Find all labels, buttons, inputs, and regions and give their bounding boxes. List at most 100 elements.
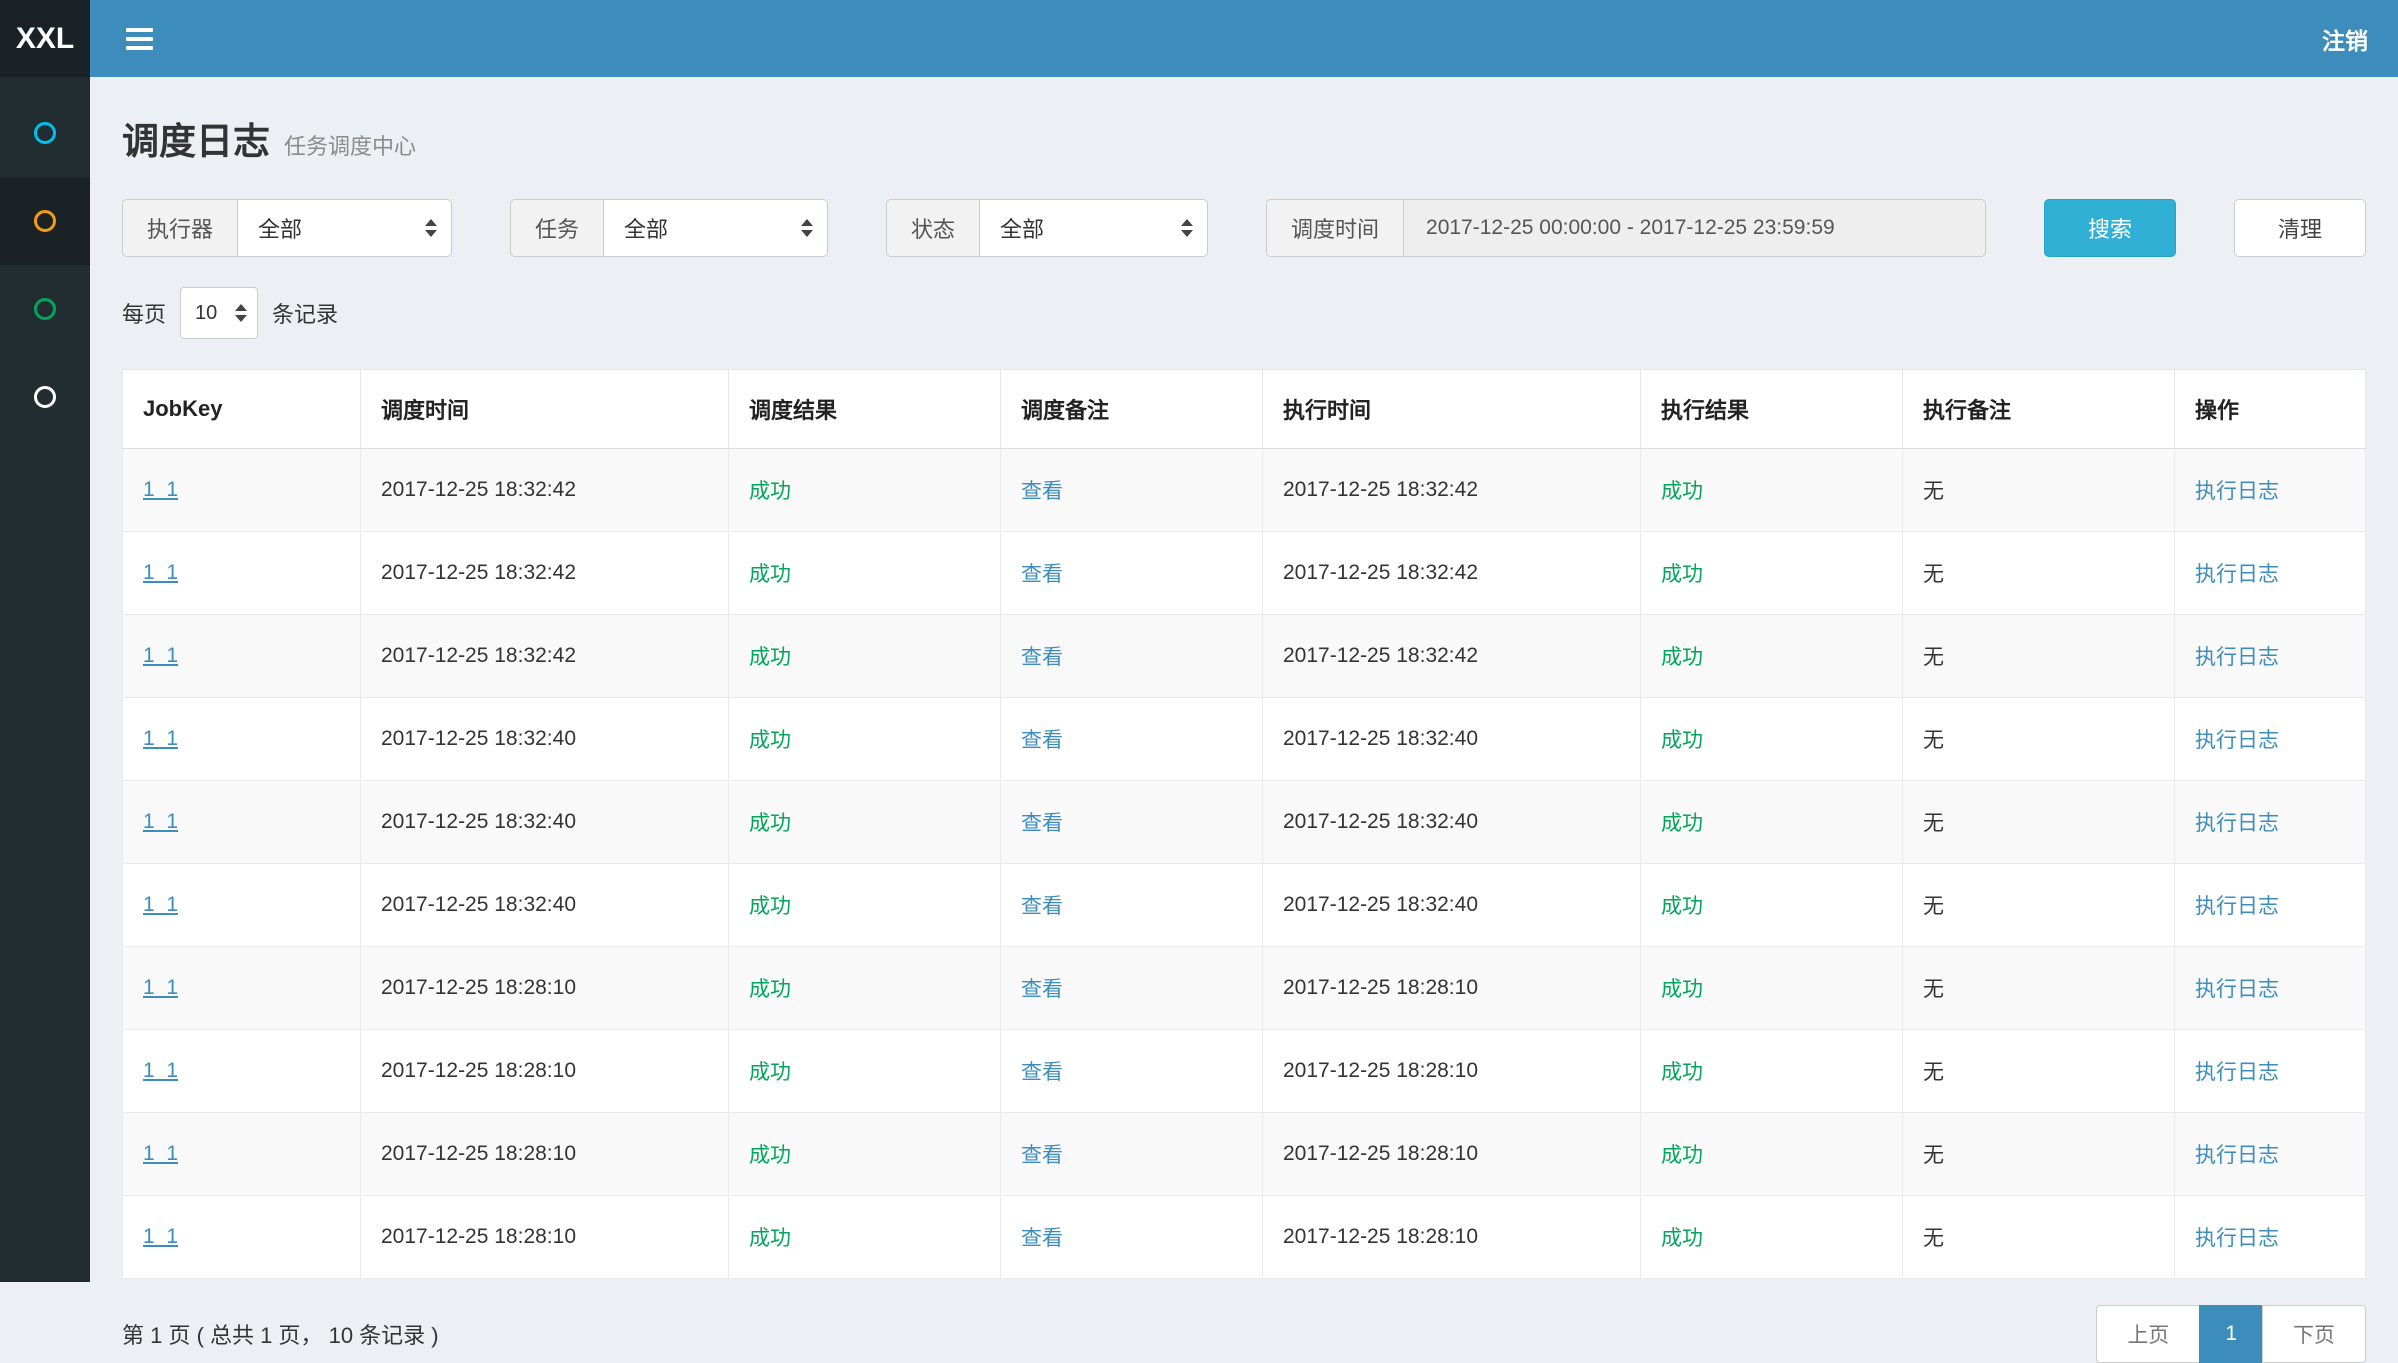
status-filter-label: 状态: [886, 199, 979, 257]
trigger-remark-link[interactable]: 查看: [1021, 978, 1063, 1001]
page-size-select[interactable]: 10: [180, 287, 258, 339]
jobkey-cell: 1_1: [123, 1196, 361, 1279]
main-content: 调度日志 任务调度中心 执行器 全部 任务 全部 状态 全部 调度时: [90, 77, 2398, 1363]
log-table-row: 1_1 2017-12-25 18:32:40 成功 查看 2017-12-25…: [123, 864, 2366, 947]
action-cell: 执行日志: [2175, 1196, 2366, 1279]
handle-time-cell: 2017-12-25 18:32:40: [1263, 781, 1641, 864]
log-table-row: 1_1 2017-12-25 18:32:40 成功 查看 2017-12-25…: [123, 781, 2366, 864]
trigger-result-cell: 成功: [729, 615, 1001, 698]
execution-log-link[interactable]: 执行日志: [2195, 895, 2279, 918]
sidebar-item-2[interactable]: [0, 177, 90, 265]
trigger-remark-link[interactable]: 查看: [1021, 480, 1063, 503]
trigger-result-status: 成功: [749, 1061, 791, 1084]
execution-log-link[interactable]: 执行日志: [2195, 646, 2279, 669]
execution-log-link[interactable]: 执行日志: [2195, 1227, 2279, 1250]
prev-page-button[interactable]: 上页: [2096, 1305, 2200, 1363]
jobkey-link[interactable]: 1_1: [143, 1225, 178, 1248]
handle-result-status: 成功: [1661, 895, 1703, 918]
trigger-remark-link[interactable]: 查看: [1021, 1227, 1063, 1250]
col-header-handle-result: 执行结果: [1641, 370, 1903, 449]
jobkey-link[interactable]: 1_1: [143, 727, 178, 750]
search-button[interactable]: 搜索: [2044, 199, 2176, 257]
jobkey-cell: 1_1: [123, 781, 361, 864]
handle-remark-cell: 无: [1903, 1113, 2175, 1196]
jobkey-link[interactable]: 1_1: [143, 1142, 178, 1165]
jobkey-link[interactable]: 1_1: [143, 478, 178, 501]
jobkey-cell: 1_1: [123, 532, 361, 615]
trigger-remark-cell: 查看: [1001, 1030, 1263, 1113]
handle-result-status: 成功: [1661, 812, 1703, 835]
jobkey-link[interactable]: 1_1: [143, 810, 178, 833]
handle-result-cell: 成功: [1641, 1196, 1903, 1279]
action-cell: 执行日志: [2175, 449, 2366, 532]
col-header-trigger-remark: 调度备注: [1001, 370, 1263, 449]
trigger-result-status: 成功: [749, 1144, 791, 1167]
trigger-remark-link[interactable]: 查看: [1021, 812, 1063, 835]
sidebar-toggle-button[interactable]: [120, 20, 159, 58]
handle-remark-cell: 无: [1903, 947, 2175, 1030]
circle-icon: [34, 298, 56, 320]
handle-result-status: 成功: [1661, 480, 1703, 503]
handle-result-cell: 成功: [1641, 781, 1903, 864]
clear-log-button[interactable]: 清理: [2234, 199, 2366, 257]
jobkey-link[interactable]: 1_1: [143, 1059, 178, 1082]
sidebar-item-1[interactable]: [0, 89, 90, 177]
job-select[interactable]: 全部: [603, 199, 828, 257]
executor-select[interactable]: 全部: [237, 199, 452, 257]
trigger-remark-link[interactable]: 查看: [1021, 1061, 1063, 1084]
jobkey-link[interactable]: 1_1: [143, 893, 178, 916]
col-header-handle-time: 执行时间: [1263, 370, 1641, 449]
jobkey-link[interactable]: 1_1: [143, 644, 178, 667]
jobkey-link[interactable]: 1_1: [143, 561, 178, 584]
execution-log-link[interactable]: 执行日志: [2195, 1061, 2279, 1084]
sidebar-item-4[interactable]: [0, 353, 90, 441]
trigger-result-cell: 成功: [729, 1030, 1001, 1113]
log-table-row: 1_1 2017-12-25 18:28:10 成功 查看 2017-12-25…: [123, 947, 2366, 1030]
pagination-summary: 第 1 页 ( 总共 1 页， 10 条记录 ): [122, 1318, 439, 1350]
jobkey-cell: 1_1: [123, 1113, 361, 1196]
trigger-remark-link[interactable]: 查看: [1021, 895, 1063, 918]
executor-filter-group: 执行器 全部: [122, 199, 452, 257]
trigger-remark-link[interactable]: 查看: [1021, 646, 1063, 669]
status-filter-group: 状态 全部: [886, 199, 1208, 257]
execution-log-link[interactable]: 执行日志: [2195, 812, 2279, 835]
action-cell: 执行日志: [2175, 1113, 2366, 1196]
col-header-handle-remark: 执行备注: [1903, 370, 2175, 449]
execution-log-link[interactable]: 执行日志: [2195, 1144, 2279, 1167]
action-cell: 执行日志: [2175, 698, 2366, 781]
trigger-remark-link[interactable]: 查看: [1021, 1144, 1063, 1167]
handle-remark-cell: 无: [1903, 781, 2175, 864]
sidebar-item-3[interactable]: [0, 265, 90, 353]
execution-log-link[interactable]: 执行日志: [2195, 729, 2279, 752]
log-table: JobKey 调度时间 调度结果 调度备注 执行时间 执行结果 执行备注 操作 …: [122, 369, 2366, 1279]
trigger-remark-link[interactable]: 查看: [1021, 729, 1063, 752]
navbar-main: 注销: [90, 0, 2398, 77]
trigger-result-status: 成功: [749, 1227, 791, 1250]
jobkey-cell: 1_1: [123, 698, 361, 781]
trigger-result-status: 成功: [749, 480, 791, 503]
page-title: 调度日志: [122, 111, 270, 165]
execution-log-link[interactable]: 执行日志: [2195, 978, 2279, 1001]
handle-remark-cell: 无: [1903, 864, 2175, 947]
handle-time-cell: 2017-12-25 18:28:10: [1263, 1196, 1641, 1279]
execution-log-link[interactable]: 执行日志: [2195, 563, 2279, 586]
page-size-control: 每页 10 条记录: [122, 287, 2366, 339]
trigger-time-range-input[interactable]: [1403, 199, 1986, 257]
execution-log-link[interactable]: 执行日志: [2195, 480, 2279, 503]
trigger-time-cell: 2017-12-25 18:28:10: [361, 947, 729, 1030]
status-select[interactable]: 全部: [979, 199, 1208, 257]
circle-icon: [34, 122, 56, 144]
handle-time-cell: 2017-12-25 18:32:40: [1263, 864, 1641, 947]
current-page-button[interactable]: 1: [2199, 1305, 2263, 1363]
trigger-remark-link[interactable]: 查看: [1021, 563, 1063, 586]
logout-link[interactable]: 注销: [2322, 22, 2368, 56]
next-page-button[interactable]: 下页: [2262, 1305, 2366, 1363]
handle-result-cell: 成功: [1641, 698, 1903, 781]
jobkey-link[interactable]: 1_1: [143, 976, 178, 999]
handle-remark-cell: 无: [1903, 1030, 2175, 1113]
trigger-time-cell: 2017-12-25 18:28:10: [361, 1196, 729, 1279]
trigger-time-cell: 2017-12-25 18:32:40: [361, 698, 729, 781]
app-logo[interactable]: XXL: [0, 0, 90, 77]
circle-icon: [34, 386, 56, 408]
jobkey-cell: 1_1: [123, 947, 361, 1030]
